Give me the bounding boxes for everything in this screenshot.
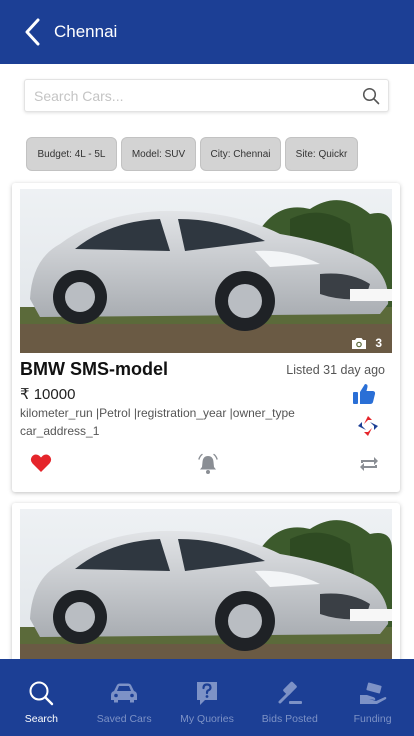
nav-item-my-quories[interactable]: My Quories xyxy=(166,659,249,736)
car-address: car_address_1 xyxy=(20,424,100,438)
heart-icon[interactable] xyxy=(30,453,52,473)
listed-time: Listed 31 day ago xyxy=(286,363,385,377)
nav-item-search[interactable]: Search xyxy=(0,659,83,736)
nav-item-bids-posted[interactable]: Bids Posted xyxy=(248,659,331,736)
car-title[interactable]: BMW SMS-model xyxy=(20,359,168,380)
nav-item-funding[interactable]: Funding xyxy=(331,659,414,736)
thumbs-up-icon[interactable] xyxy=(352,383,376,405)
back-button[interactable] xyxy=(10,0,54,64)
car-photo[interactable] xyxy=(20,509,392,673)
brand-logo-icon xyxy=(358,416,378,436)
nav-label: Saved Cars xyxy=(96,713,152,725)
search-bar xyxy=(24,79,389,112)
bell-alert-icon[interactable] xyxy=(197,453,219,475)
photo-count: 3 xyxy=(351,336,382,350)
nav-label: Search xyxy=(24,713,59,725)
chevron-left-icon xyxy=(25,18,40,46)
app-header: Chennai xyxy=(0,0,414,64)
car-photo[interactable]: 3 xyxy=(20,189,392,353)
gavel-icon xyxy=(276,679,304,707)
car-price: ₹ 10000 xyxy=(20,386,76,403)
filter-chip-city[interactable]: City: Chennai xyxy=(200,137,281,171)
nav-label: Funding xyxy=(353,713,392,725)
page-title: Chennai xyxy=(54,22,118,41)
filter-chip-budget[interactable]: Budget: 4L - 5L xyxy=(26,137,117,171)
car-specs: kilometer_run |Petrol |registration_year… xyxy=(20,406,295,420)
filter-chip-model[interactable]: Model: SUV xyxy=(121,137,196,171)
bottom-nav: Search Saved Cars My Quories Bids Posted… xyxy=(0,659,414,736)
filter-chips: Budget: 4L - 5L Model: SUV City: Chennai… xyxy=(26,137,358,171)
hand-money-icon xyxy=(359,679,387,707)
search-icon[interactable] xyxy=(354,79,388,112)
car-icon xyxy=(110,679,138,707)
filter-chip-site[interactable]: Site: Quickr xyxy=(285,137,358,171)
question-icon xyxy=(193,679,221,707)
nav-label: My Quories xyxy=(180,713,234,725)
camera-icon xyxy=(352,337,367,349)
search-input[interactable] xyxy=(25,80,354,111)
repeat-icon[interactable] xyxy=(358,455,380,473)
photo-count-value: 3 xyxy=(375,336,382,350)
nav-item-saved-cars[interactable]: Saved Cars xyxy=(83,659,166,736)
search-icon xyxy=(27,679,55,707)
nav-label: Bids Posted xyxy=(261,713,318,725)
listing-card[interactable]: 3 BMW SMS-model Listed 31 day ago ₹ 1000… xyxy=(12,183,400,492)
